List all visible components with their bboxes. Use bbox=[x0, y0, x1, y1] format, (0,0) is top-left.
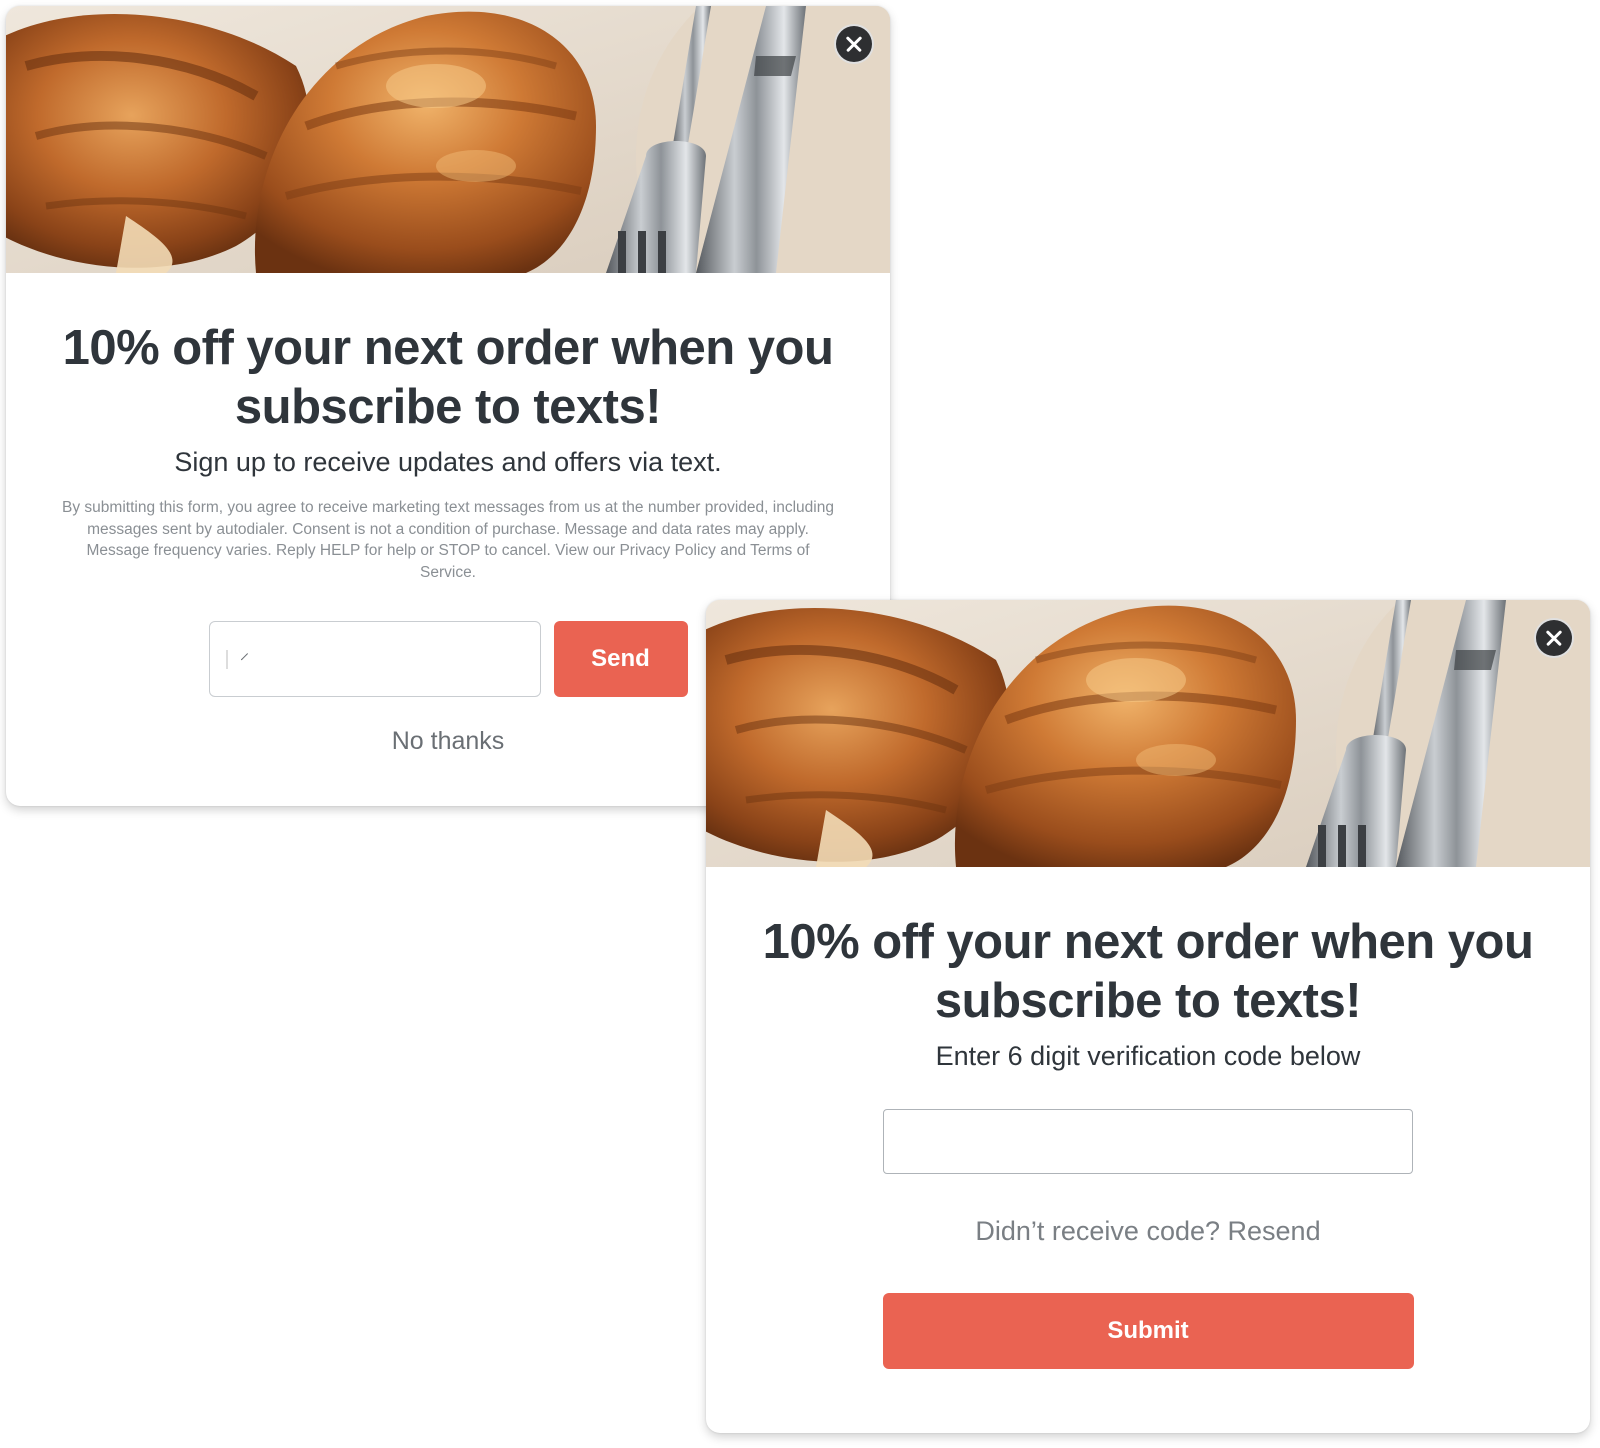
close-icon[interactable] bbox=[1534, 618, 1574, 658]
send-button[interactable]: Send bbox=[553, 621, 688, 697]
submit-button[interactable]: Submit bbox=[882, 1293, 1414, 1369]
phone-number-input[interactable] bbox=[244, 621, 549, 697]
us-flag-icon[interactable] bbox=[225, 649, 228, 669]
hero-image bbox=[706, 600, 1590, 867]
resend-prompt: Didn’t receive code? bbox=[975, 1216, 1221, 1246]
popup-headline: 10% off your next order when you subscri… bbox=[62, 321, 834, 434]
popup-subheading: Sign up to receive updates and offers vi… bbox=[174, 447, 722, 477]
sms-verification-popup: 10% off your next order when you subscri… bbox=[706, 600, 1590, 1433]
resend-link[interactable]: Resend bbox=[1228, 1216, 1321, 1246]
popup-content: 10% off your next order when you subscri… bbox=[706, 867, 1590, 1369]
resend-code-line: Didn’t receive code? Resend bbox=[746, 1216, 1550, 1247]
popup-headline: 10% off your next order when you subscri… bbox=[762, 915, 1534, 1028]
close-icon[interactable] bbox=[834, 24, 874, 64]
sms-consent-disclaimer: By submitting this form, you agree to re… bbox=[62, 499, 834, 581]
hero-image bbox=[6, 6, 890, 273]
verification-instruction: Enter 6 digit verification code below bbox=[935, 1041, 1361, 1071]
phone-number-field[interactable] bbox=[208, 621, 549, 697]
croissant-photo-icon bbox=[6, 6, 890, 273]
verification-code-input[interactable] bbox=[883, 1109, 1413, 1174]
croissant-photo-icon bbox=[706, 600, 1590, 867]
